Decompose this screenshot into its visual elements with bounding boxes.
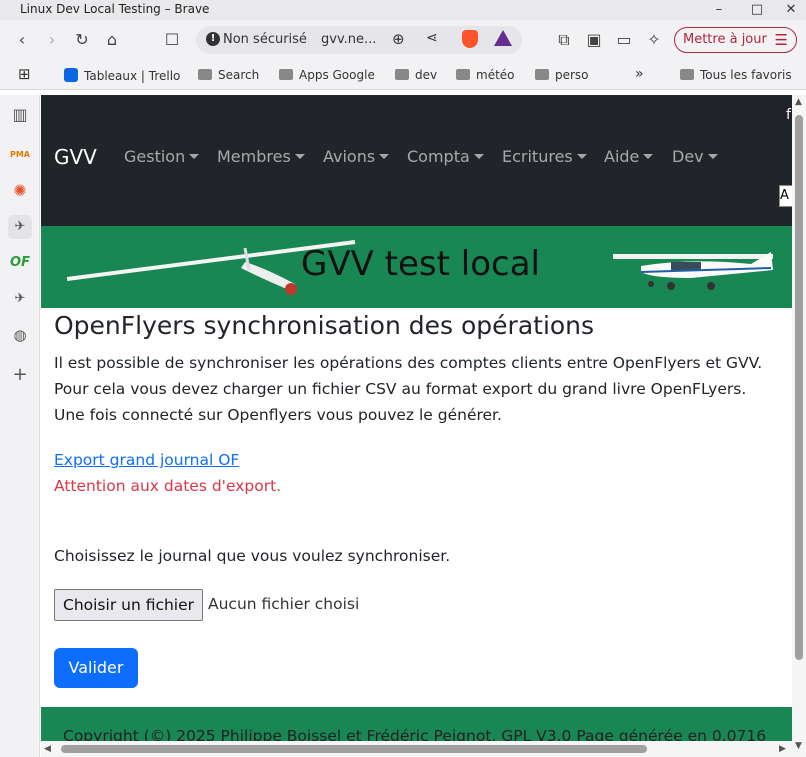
bookmark-folder[interactable]: météo xyxy=(456,68,515,82)
caret-down-icon xyxy=(643,154,654,159)
nav-ecritures[interactable]: Ecritures xyxy=(502,147,587,166)
folder-icon xyxy=(535,69,549,80)
url-text[interactable]: gvv.ne... xyxy=(321,32,376,47)
menu-icon: ☰ xyxy=(774,31,788,49)
maximize-icon[interactable]: □ xyxy=(742,0,772,20)
site-banner: GVV test local xyxy=(41,226,792,308)
caret-down-icon xyxy=(379,154,390,159)
update-button[interactable]: Mettre à jour ☰ xyxy=(674,27,797,53)
page-title: OpenFlyers synchronisation des opération… xyxy=(54,311,595,340)
vertical-scroll-thumb[interactable] xyxy=(795,115,803,660)
navbar-cut-input[interactable]: A xyxy=(779,185,792,207)
bookmarks-bar: ⊞ Tableaux | Trello Search Apps Google d… xyxy=(0,60,806,90)
nav-aide[interactable]: Aide xyxy=(604,147,654,166)
banner-title: GVV test local xyxy=(301,244,540,284)
nav-dev[interactable]: Dev xyxy=(672,147,718,166)
security-label[interactable]: Non sécurisé xyxy=(223,32,307,47)
intro-line-3: Une fois connecté sur Openflyers vous po… xyxy=(54,406,502,424)
folder-icon xyxy=(680,69,694,80)
caret-down-icon xyxy=(294,154,305,159)
horizontal-scroll-thumb[interactable] xyxy=(61,745,647,753)
intro-line-2: Pour cela vous devez charger un fichier … xyxy=(54,380,747,398)
sidebar-panel-icon[interactable]: ▥ xyxy=(8,103,32,127)
export-journal-link[interactable]: Export grand journal OF xyxy=(54,447,239,473)
extensions-icon[interactable]: ⧉ xyxy=(552,28,576,52)
page-viewport: GVV Gestion Membres Avions Compta Ecritu… xyxy=(41,95,792,757)
pma-site-icon[interactable]: PMA xyxy=(8,143,32,167)
folder-icon xyxy=(395,69,409,80)
folder-icon xyxy=(198,69,212,80)
trello-icon xyxy=(64,68,78,82)
update-label: Mettre à jour xyxy=(683,32,767,47)
warning-icon[interactable]: ! xyxy=(206,32,220,46)
bookmark-item[interactable]: Tableaux | Trello xyxy=(64,68,180,83)
intro-line-1: Il est possible de synchroniser les opér… xyxy=(54,354,763,372)
cessna-image xyxy=(613,252,773,290)
zoom-icon[interactable]: ⊕ xyxy=(392,30,405,48)
browser-toolbar: ‹ › ↻ ⌂ ☐ ! Non sécurisé gvv.ne... ⊕ ⋖ ⧉… xyxy=(0,20,806,60)
openflyers-site-icon[interactable]: OF xyxy=(8,251,32,275)
scroll-right-icon[interactable]: ▶ xyxy=(779,744,786,754)
nav-avions[interactable]: Avions xyxy=(323,147,390,166)
browser-sidebar: ▥ PMA ✺ ✈ OF ✈ ◍ + xyxy=(0,95,40,757)
horizontal-scrollbar[interactable]: ◀ ▶ xyxy=(41,741,792,757)
minimize-icon[interactable]: – xyxy=(704,0,734,20)
file-status: Aucun fichier choisi xyxy=(208,595,360,613)
choose-file-button[interactable]: Choisir un fichier xyxy=(54,589,204,621)
add-panel-icon[interactable]: + xyxy=(8,363,32,387)
plane-site-icon[interactable]: ✈ xyxy=(8,215,32,239)
plane-site-icon-2[interactable]: ✈ xyxy=(8,287,32,311)
back-icon[interactable]: ‹ xyxy=(10,28,34,52)
reload-icon[interactable]: ↻ xyxy=(70,28,94,52)
brand-link[interactable]: GVV xyxy=(54,145,97,169)
sidebar-toggle-icon[interactable]: ▣ xyxy=(582,28,606,52)
bookmark-folder[interactable]: Apps Google xyxy=(279,68,375,82)
bookmark-folder[interactable]: perso xyxy=(535,68,589,82)
home-icon[interactable]: ⌂ xyxy=(100,28,124,52)
forward-icon[interactable]: › xyxy=(40,28,64,52)
apps-grid-icon[interactable]: ⊞ xyxy=(18,65,31,83)
caret-down-icon xyxy=(473,154,484,159)
bookmark-folder[interactable]: Search xyxy=(198,68,259,82)
choose-journal-label: Choisissez le journal que vous voulez sy… xyxy=(54,547,451,565)
nav-gestion[interactable]: Gestion xyxy=(124,147,200,166)
leo-ai-icon[interactable]: ✧ xyxy=(642,28,666,52)
caret-down-icon xyxy=(707,154,718,159)
nav-compta[interactable]: Compta xyxy=(407,147,484,166)
close-icon[interactable]: ✕ xyxy=(776,0,806,20)
site-navbar: GVV Gestion Membres Avions Compta Ecritu… xyxy=(41,95,792,226)
share-icon[interactable]: ⋖ xyxy=(426,30,438,46)
caret-down-icon xyxy=(576,154,587,159)
globe-icon[interactable]: ◍ xyxy=(8,323,32,347)
nav-membres[interactable]: Membres xyxy=(217,147,305,166)
all-bookmarks-folder[interactable]: Tous les favoris xyxy=(680,68,792,82)
window-title: Linux Dev Local Testing – Brave xyxy=(20,2,210,16)
wallet-icon[interactable]: ▭ xyxy=(612,28,636,52)
brave-rewards-icon[interactable] xyxy=(494,30,512,46)
export-warning: Attention aux dates d'export. xyxy=(54,477,282,495)
bookmark-icon[interactable]: ☐ xyxy=(160,28,184,52)
folder-icon xyxy=(279,69,293,80)
folder-icon xyxy=(456,69,470,80)
submit-button[interactable]: Valider xyxy=(54,648,138,688)
caret-down-icon xyxy=(189,154,200,159)
bookmark-folder[interactable]: dev xyxy=(395,68,437,82)
scroll-up-icon[interactable]: ▲ xyxy=(795,97,802,107)
vertical-scrollbar[interactable]: ▲ ▼ xyxy=(792,95,806,757)
scroll-left-icon[interactable]: ◀ xyxy=(44,744,51,754)
bookmarks-overflow-icon[interactable]: » xyxy=(635,66,644,82)
window-titlebar: Linux Dev Local Testing – Brave – □ ✕ xyxy=(0,0,806,20)
brave-shields-icon[interactable] xyxy=(462,30,478,48)
starburst-site-icon[interactable]: ✺ xyxy=(8,179,32,203)
scroll-down-icon[interactable]: ▼ xyxy=(795,741,802,751)
